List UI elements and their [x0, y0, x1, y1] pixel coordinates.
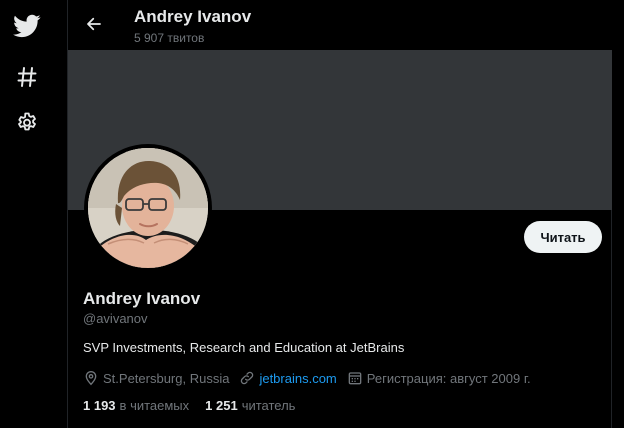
tweet-count: 5 907 твитов: [134, 31, 205, 45]
location-item: St.Petersburg, Russia: [83, 370, 229, 386]
header-title: Andrey Ivanov: [134, 7, 252, 26]
avatar[interactable]: [84, 144, 212, 272]
sidebar: [0, 0, 68, 428]
profile-bio: SVP Investments, Research and Education …: [83, 340, 405, 355]
followers-stat[interactable]: 1 251 читатель: [205, 398, 295, 413]
profile-meta: St.Petersburg, Russia jetbrains.com Реги…: [83, 368, 541, 388]
following-label: в читаемых: [119, 398, 190, 413]
follow-button[interactable]: Читать: [524, 221, 602, 253]
profile-handle: @avivanov: [83, 311, 148, 326]
following-count: 1 193: [83, 398, 116, 413]
following-stat[interactable]: 1 193 в читаемых: [83, 398, 189, 413]
calendar-icon: [348, 372, 362, 385]
avatar-photo: [88, 148, 208, 268]
profile-name: Andrey Ivanov: [83, 289, 201, 308]
profile-column: Andrey Ivanov 5 907 твитов Читать Andrey…: [68, 0, 612, 428]
joined-text: Регистрация: август 2009 г.: [366, 370, 531, 386]
hashtag-icon[interactable]: [12, 62, 42, 92]
twitter-app: Andrey Ivanov 5 907 твитов Читать Andrey…: [0, 0, 624, 428]
location-text: St.Petersburg, Russia: [103, 370, 230, 386]
followers-label: читатель: [241, 398, 296, 413]
followers-count: 1 251: [205, 398, 238, 413]
joined-item: Регистрация: август 2009 г.: [347, 370, 531, 386]
profile-header: Andrey Ivanov 5 907 твитов: [68, 0, 612, 50]
location-pin-icon: [85, 371, 97, 386]
link-icon: [241, 371, 254, 385]
back-arrow-icon: [87, 17, 101, 31]
website-link[interactable]: jetbrains.com: [259, 371, 336, 386]
website-item: jetbrains.com: [239, 370, 337, 386]
back-button[interactable]: [82, 12, 106, 36]
twitter-bird-icon[interactable]: [12, 11, 42, 41]
follow-stats: 1 193 в читаемых 1 251 читатель: [83, 398, 311, 413]
gear-icon[interactable]: [12, 108, 42, 138]
